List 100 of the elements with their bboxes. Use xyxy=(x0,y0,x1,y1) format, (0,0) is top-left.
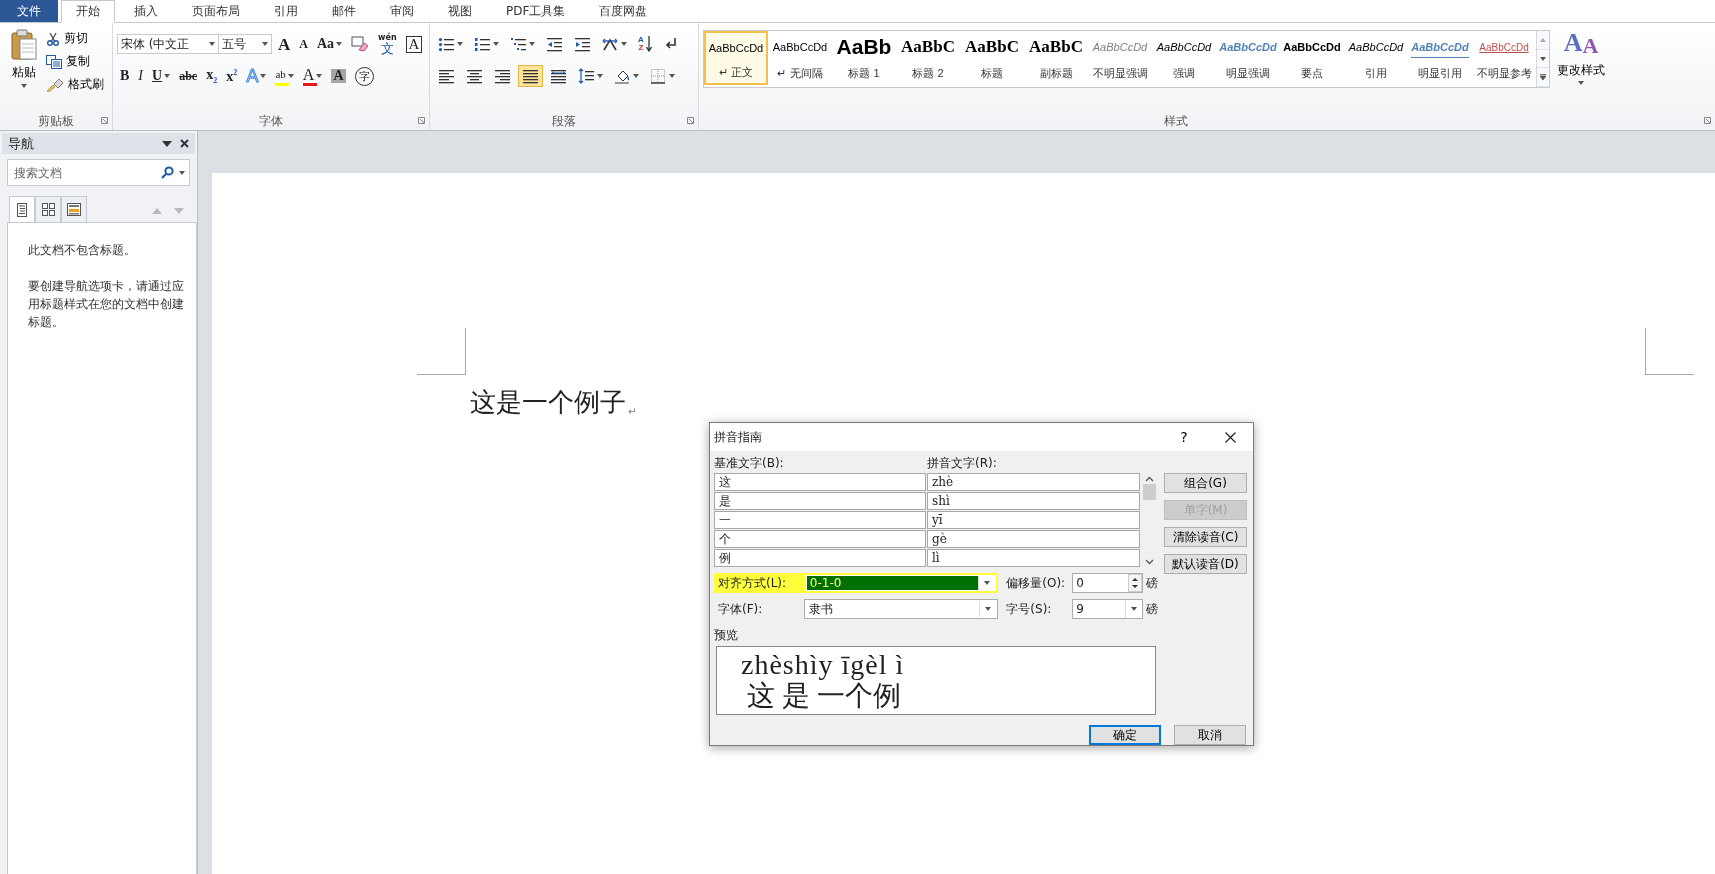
ribbon-tab[interactable]: 视图 xyxy=(433,0,487,22)
underline-button[interactable]: U xyxy=(149,65,174,87)
painter-button[interactable]: 格式刷 xyxy=(44,75,106,94)
strikethrough-button[interactable]: abc xyxy=(176,65,201,87)
styles-letter-icon: A xyxy=(1582,35,1599,60)
style-item[interactable]: AaBbC 副标题 xyxy=(1024,31,1088,85)
offset-spinner[interactable]: 0 xyxy=(1072,573,1143,593)
bold-button[interactable]: B xyxy=(117,65,133,87)
caret-icon xyxy=(1578,81,1584,85)
chevron-icon xyxy=(984,581,991,585)
font-color-button[interactable]: A xyxy=(299,65,326,87)
style-item[interactable]: AaBbCcDd 引用 xyxy=(1344,31,1408,85)
preview-label: 预览 xyxy=(714,627,739,644)
font-size-combo[interactable]: 五号 xyxy=(218,34,272,54)
character-shading-button[interactable]: A xyxy=(328,65,349,87)
search-icon[interactable] xyxy=(161,166,174,179)
file-tab[interactable]: 文件 xyxy=(0,0,58,22)
results-list-icon xyxy=(67,203,81,216)
dialog-button[interactable]: 默认读音(D) xyxy=(1164,554,1247,574)
style-item[interactable]: AaBbCcDd 不明显参考 xyxy=(1472,31,1536,85)
style-item[interactable]: AaBbCcDd 不明显强调 xyxy=(1088,31,1152,85)
base-text-field[interactable]: 个 xyxy=(714,530,926,548)
ribbon-tab[interactable]: 页面布局 xyxy=(177,0,255,22)
ok-button[interactable]: 确定 xyxy=(1089,725,1161,745)
field-label: 字体(F): xyxy=(718,600,764,618)
subscript-button[interactable]: x$_{2}$ xyxy=(203,65,221,87)
cancel-button[interactable]: 取消 xyxy=(1174,725,1246,745)
caret-icon xyxy=(209,42,215,46)
scrollbar-thumb[interactable] xyxy=(1143,484,1156,500)
highlight-button[interactable]: ab xyxy=(272,65,297,87)
bullet-list-icon xyxy=(438,35,455,53)
style-item[interactable]: AaBbCcDd ↵ 无间隔 xyxy=(768,31,832,85)
ruby-text-field[interactable]: yī xyxy=(927,511,1140,529)
sort-button[interactable]: A Z xyxy=(634,33,656,55)
ribbon-tab[interactable]: 引用 xyxy=(259,0,313,22)
ribbon-tab[interactable]: PDF工具集 xyxy=(491,0,581,22)
phonetic-guide-button[interactable]: wén 文 xyxy=(375,33,400,55)
base-text-field[interactable]: 例 xyxy=(714,549,926,567)
superscript-button[interactable]: x$^{2}$ xyxy=(223,65,241,87)
close-icon[interactable] xyxy=(180,139,189,148)
copy-button[interactable]: 复制 xyxy=(44,52,106,71)
dialog-title: 拼音指南 xyxy=(714,428,763,446)
base-text-field[interactable]: 一 xyxy=(714,511,926,529)
style-item[interactable]: AaBbCcDd 明显引用 xyxy=(1408,31,1472,85)
base-text-field[interactable]: 这 xyxy=(714,473,926,491)
base-text-field[interactable]: 是 xyxy=(714,492,926,510)
style-item[interactable]: AaBb 标题 1 xyxy=(832,31,896,85)
close-icon xyxy=(1224,431,1236,443)
pane-tab[interactable] xyxy=(61,196,87,222)
change-case-button[interactable]: Aa xyxy=(313,33,346,55)
cut-button[interactable]: 剪切 xyxy=(44,29,106,48)
dropdown-caret-icon xyxy=(179,170,185,175)
crop-mark xyxy=(417,328,466,375)
alignment-dropdown[interactable]: 0-1-0 xyxy=(803,573,999,593)
ruby-text-field[interactable]: gè xyxy=(927,530,1140,548)
document-text: 这是一个例子 xyxy=(470,386,626,419)
scroll-down-icon[interactable] xyxy=(1145,559,1154,565)
dialog-launcher-icon[interactable] xyxy=(1704,117,1711,124)
search-input[interactable]: 搜索文档 xyxy=(12,164,156,181)
ribbon-tab[interactable]: 邮件 xyxy=(317,0,371,22)
change-styles-button[interactable]: AA 更改样式 xyxy=(1550,28,1612,112)
spin-arrows-icon[interactable] xyxy=(1128,574,1142,592)
grow-font-button[interactable]: A xyxy=(275,33,294,55)
ribbon-tab[interactable]: 审阅 xyxy=(375,0,429,22)
dialog-launcher-icon[interactable] xyxy=(687,117,694,124)
scroll-up-icon[interactable] xyxy=(1145,476,1154,482)
paintbrush-icon xyxy=(46,77,64,92)
ruby-text-field[interactable]: lì xyxy=(927,549,1140,567)
ribbon-tab[interactable]: 百度网盘 xyxy=(584,0,663,22)
shrink-font-button[interactable]: A xyxy=(296,33,311,55)
dialog-button[interactable]: 组合(G) xyxy=(1164,473,1247,493)
font-name-combo[interactable]: 宋体 (中文正 xyxy=(117,34,219,54)
dialog-launcher-icon[interactable] xyxy=(418,117,425,124)
style-item[interactable]: AaBbCcDd 强调 xyxy=(1152,31,1216,85)
style-item[interactable]: AaBbCcDd 明显强调 xyxy=(1216,31,1280,85)
column-label: 基准文字(B): xyxy=(714,454,785,472)
down-arrow-icon xyxy=(645,36,652,52)
paste-button[interactable]: 粘贴 xyxy=(4,27,44,112)
ribbon-tab[interactable]: 开始 xyxy=(61,0,115,23)
font-dropdown[interactable]: 隶书 xyxy=(803,599,999,619)
pane-tab[interactable] xyxy=(9,196,35,223)
help-button[interactable]: ? xyxy=(1161,423,1207,451)
pane-tab[interactable] xyxy=(35,196,61,222)
size-dropdown[interactable]: 9 xyxy=(1072,599,1143,619)
justify-button[interactable] xyxy=(518,65,543,87)
distribute-icon xyxy=(550,67,567,85)
ruby-text-field[interactable]: zhè xyxy=(927,473,1140,491)
italic-button[interactable]: I xyxy=(135,65,146,87)
style-item[interactable]: AaBbCcDd ↵ 正文 xyxy=(704,31,768,85)
dialog-button[interactable]: 清除读音(C) xyxy=(1164,527,1247,547)
search-field[interactable]: 搜索文档 xyxy=(7,159,190,186)
ruby-text-field[interactable]: shì xyxy=(927,492,1140,510)
pane-menu-icon[interactable] xyxy=(162,140,172,147)
ribbon-tab[interactable]: 插入 xyxy=(119,0,173,22)
style-item[interactable]: AaBbC 标题 2 xyxy=(896,31,960,85)
caret-icon xyxy=(21,84,27,88)
style-item[interactable]: AaBbCcDd 要点 xyxy=(1280,31,1344,85)
style-item[interactable]: AaBbC 标题 xyxy=(960,31,1024,85)
dialog-launcher-icon[interactable] xyxy=(101,117,108,124)
more-styles-button[interactable] xyxy=(1537,68,1549,87)
